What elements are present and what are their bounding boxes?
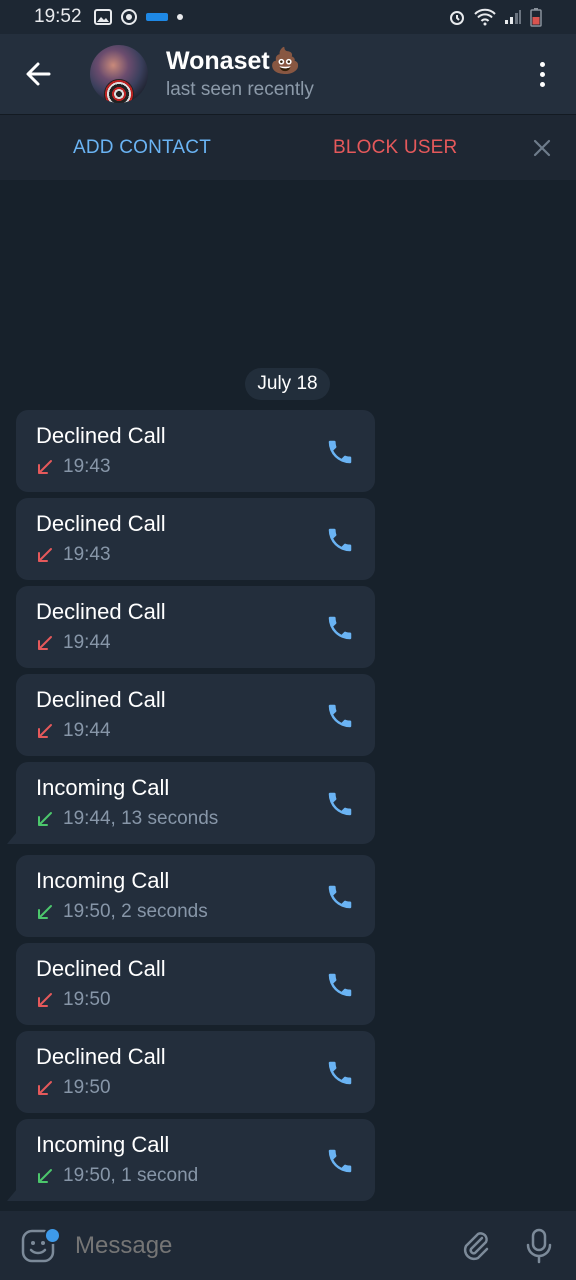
more-options-button[interactable] [532,54,552,94]
call-title: Incoming Call [36,1132,170,1157]
close-icon[interactable] [530,136,554,160]
call-detail: 19:44, 13 seconds [36,808,218,830]
status-icons-right [448,7,542,27]
block-user-button[interactable]: BLOCK USER [333,137,457,159]
declined-arrow-icon [38,992,52,1007]
call-time: 19:43 [63,544,111,565]
call-message[interactable]: Declined Call 19:43 [16,498,375,580]
declined-arrow-icon [38,1080,52,1095]
avatar-dartboard [104,79,134,103]
more-vert-icon [539,61,545,67]
phone-icon[interactable] [325,701,355,731]
call-message[interactable]: Declined Call 19:50 [16,1031,375,1113]
declined-arrow-icon [38,547,52,562]
call-time: 19:50 [63,1077,111,1098]
wifi-icon [474,8,496,26]
image-icon [93,9,112,25]
status-bar: 19:52 [0,0,576,34]
call-detail: 19:44 [36,720,111,742]
call-time: 19:43 [63,456,111,477]
call-time: 19:50, 2 seconds [63,901,208,922]
contact-action-bar: ADD CONTACT BLOCK USER [0,114,576,180]
call-message[interactable]: Incoming Call 19:50, 1 second [16,1119,375,1201]
call-detail: 19:44 [36,632,111,654]
call-detail: 19:50, 1 second [36,1165,198,1187]
declined-arrow-icon [38,635,52,650]
back-arrow-icon [26,62,51,86]
call-detail: 19:50 [36,989,111,1011]
incoming-arrow-icon [38,811,52,826]
call-time: 19:50 [63,989,111,1010]
dot-icon [176,14,183,20]
call-title: Declined Call [36,599,166,624]
phone-icon[interactable] [325,1058,355,1088]
call-time: 19:50, 1 second [63,1165,199,1186]
microphone-icon[interactable] [524,1228,554,1264]
call-title: Incoming Call [36,775,170,800]
call-title: Declined Call [36,687,166,712]
alarm-icon [450,11,464,25]
declined-arrow-icon [38,723,52,738]
phone-icon[interactable] [325,613,355,643]
chat-info[interactable]: Wonaset💩 last seen recently [166,46,314,102]
call-message[interactable]: Declined Call 19:50 [16,943,375,1025]
attach-icon[interactable] [458,1228,492,1262]
call-message[interactable]: Incoming Call 19:44, 13 seconds [16,762,375,844]
chat-status: last seen recently [166,79,314,100]
call-title: Declined Call [36,511,166,536]
status-time: 19:52 [34,6,82,27]
phone-icon[interactable] [325,1146,355,1176]
call-title: Declined Call [36,1044,166,1069]
chat-name: Wonaset💩 [166,47,301,75]
signal-icon [505,10,521,24]
call-message[interactable]: Declined Call 19:43 [16,410,375,492]
call-detail: 19:43 [36,544,111,566]
notification-dot [44,1227,61,1244]
back-button[interactable] [18,54,58,94]
avatar[interactable] [90,45,148,103]
call-message[interactable]: Declined Call 19:44 [16,586,375,668]
call-detail: 19:50 [36,1077,111,1099]
phone-icon[interactable] [325,789,355,819]
call-message[interactable]: Incoming Call 19:50, 2 seconds [16,855,375,937]
call-detail: 19:43 [36,456,111,478]
call-time: 19:44 [63,720,111,741]
incoming-arrow-icon [38,1168,52,1183]
incoming-arrow-icon [38,904,52,919]
webtoon-icon [145,13,168,21]
call-title: Declined Call [36,423,166,448]
message-composer [0,1211,576,1280]
call-title: Declined Call [36,956,166,981]
battery-icon [530,8,542,27]
status-icons-left [93,8,184,26]
call-time: 19:44 [63,632,111,653]
message-input[interactable] [73,1231,437,1261]
phone-icon[interactable] [325,882,355,912]
phone-icon[interactable] [325,437,355,467]
phone-icon[interactable] [325,970,355,1000]
add-contact-button[interactable]: ADD CONTACT [73,137,211,159]
declined-arrow-icon [38,459,52,474]
phone-icon[interactable] [325,525,355,555]
chat-header: Wonaset💩 last seen recently [0,34,576,114]
call-detail: 19:50, 2 seconds [36,901,208,923]
call-time: 19:44, 13 seconds [63,808,219,829]
call-message[interactable]: Declined Call 19:44 [16,674,375,756]
sync-icon [120,9,137,25]
call-title: Incoming Call [36,868,170,893]
date-separator: July 18 [245,368,330,400]
